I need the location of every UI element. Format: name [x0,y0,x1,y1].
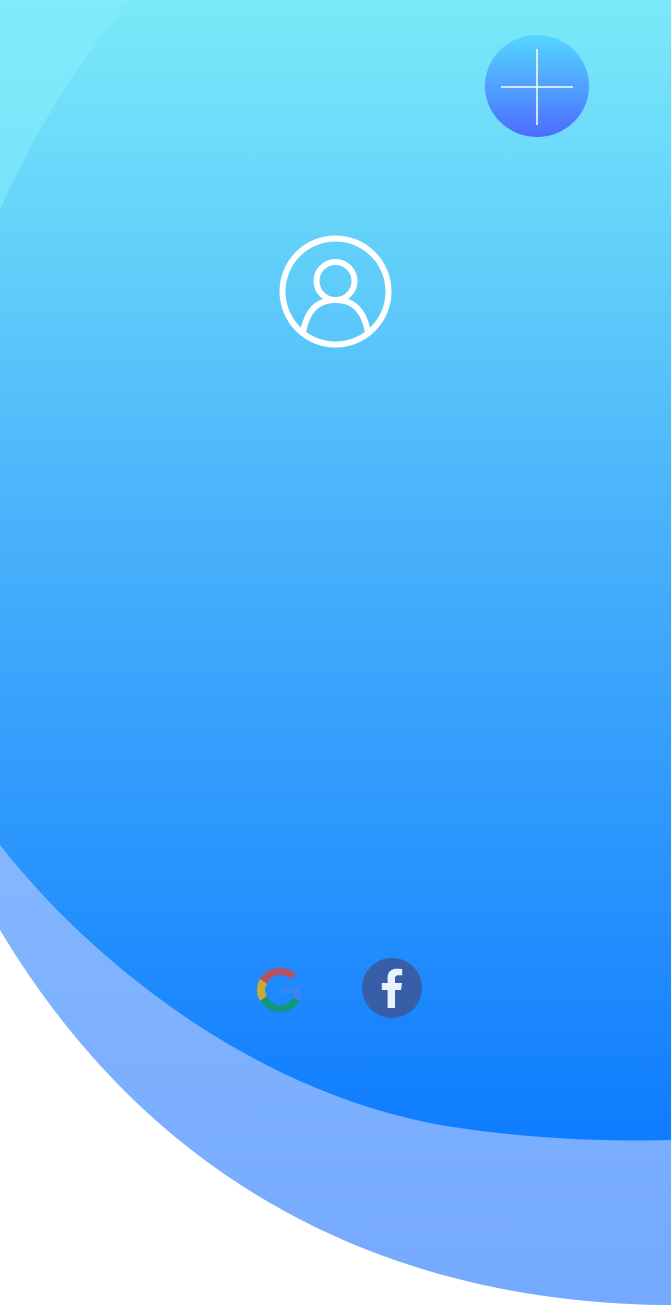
plus-icon [501,49,573,125]
google-login-button[interactable] [250,960,310,1020]
login-screen [0,0,671,1305]
avatar[interactable] [279,235,392,348]
facebook-login-button[interactable] [362,958,422,1018]
facebook-icon [381,968,403,1008]
google-icon [257,968,302,1012]
social-login-row [250,958,425,1020]
add-button[interactable] [485,35,589,137]
background-shapes [0,0,671,1305]
user-circle-icon [279,235,392,348]
